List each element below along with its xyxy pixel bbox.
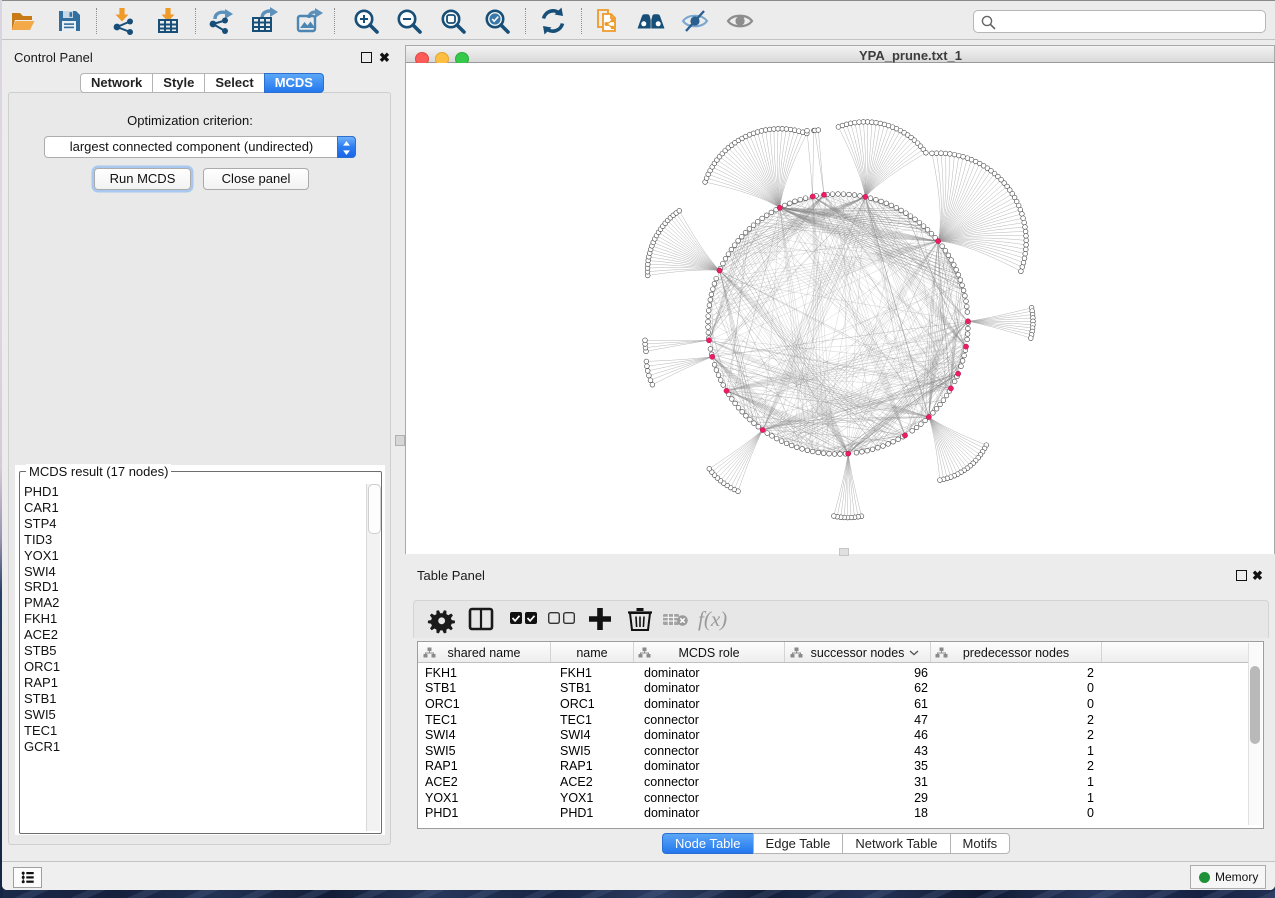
svg-text:f(x): f(x) [698, 607, 727, 631]
